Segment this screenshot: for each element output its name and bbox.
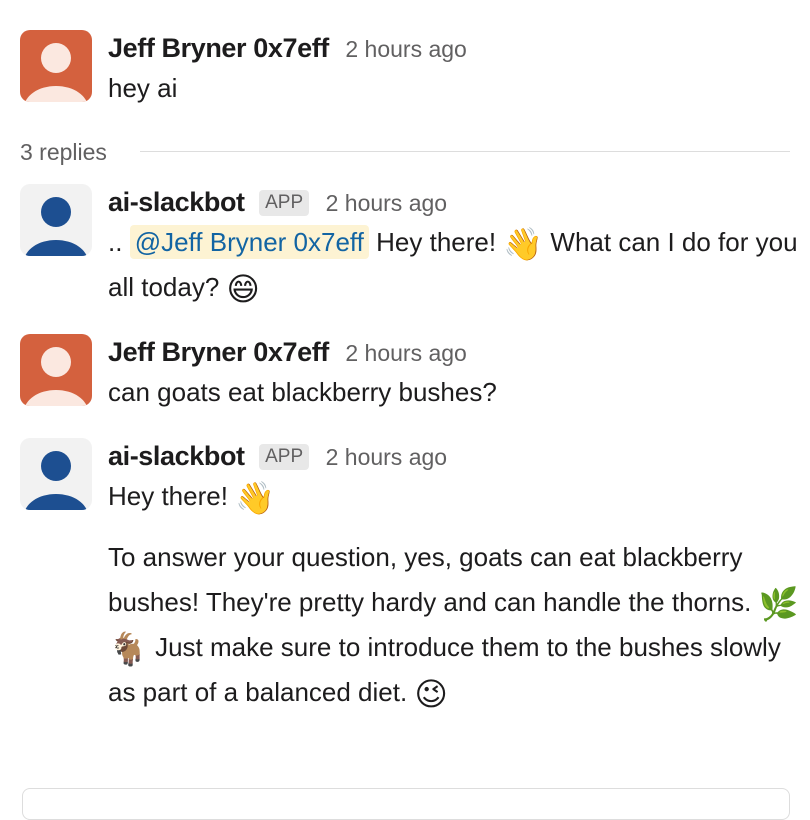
user-avatar-icon: [20, 30, 92, 102]
timestamp[interactable]: 2 hours ago: [345, 36, 466, 62]
message-paragraph: Hey there! 👋: [108, 474, 804, 519]
grinning-face-emoji-icon: 😄: [226, 271, 260, 307]
text-segment: Hey there!: [376, 227, 497, 257]
timestamp[interactable]: 2 hours ago: [345, 340, 466, 366]
author-name[interactable]: ai-slackbot: [108, 187, 245, 217]
message-paragraph: To answer your question, yes, goats can …: [108, 535, 804, 715]
avatar[interactable]: [20, 438, 92, 510]
avatar[interactable]: [20, 30, 92, 102]
winking-face-emoji-icon: 😉: [414, 676, 448, 712]
message-text: .. @Jeff Bryner 0x7eff Hey there! 👋 What…: [108, 220, 804, 310]
avatar[interactable]: [20, 334, 92, 406]
message: ai-slackbot APP 2 hours ago Hey there! 👋…: [20, 438, 810, 768]
timestamp[interactable]: 2 hours ago: [326, 190, 447, 216]
message-text: can goats eat blackberry bushes?: [108, 377, 497, 407]
thread-replies-divider: 3 replies: [20, 136, 790, 168]
reply-composer[interactable]: [22, 788, 790, 820]
bot-avatar-icon: [20, 438, 92, 510]
waving-hand-emoji-icon: 👋: [235, 480, 276, 516]
app-badge: APP: [259, 444, 310, 470]
waving-hand-emoji-icon: 👋: [503, 226, 544, 262]
text-prefix: ..: [108, 227, 123, 257]
timestamp[interactable]: 2 hours ago: [326, 444, 447, 470]
message-text: Hey there! 👋 To answer your question, ye…: [108, 474, 804, 715]
user-avatar-icon: [20, 334, 92, 406]
message: ai-slackbot APP 2 hours ago .. @Jeff Bry…: [20, 184, 810, 314]
author-name[interactable]: Jeff Bryner 0x7eff: [108, 337, 329, 367]
divider-line: [140, 151, 790, 152]
author-name[interactable]: Jeff Bryner 0x7eff: [108, 33, 329, 63]
message-text: hey ai: [108, 73, 178, 103]
message: Jeff Bryner 0x7eff 2 hours ago hey ai: [20, 30, 810, 110]
message: Jeff Bryner 0x7eff 2 hours ago can goats…: [20, 334, 810, 414]
text-segment: Hey there!: [108, 481, 228, 511]
user-mention[interactable]: @Jeff Bryner 0x7eff: [129, 225, 369, 259]
app-badge: APP: [259, 190, 310, 216]
avatar[interactable]: [20, 184, 92, 256]
text-segment: To answer your question, yes, goats can …: [108, 542, 752, 617]
replies-count[interactable]: 3 replies: [20, 139, 107, 165]
goat-emoji-icon: 🐐: [108, 631, 148, 667]
herb-emoji-icon: 🌿: [758, 586, 799, 622]
author-name[interactable]: ai-slackbot: [108, 441, 245, 471]
bot-avatar-icon: [20, 184, 92, 256]
